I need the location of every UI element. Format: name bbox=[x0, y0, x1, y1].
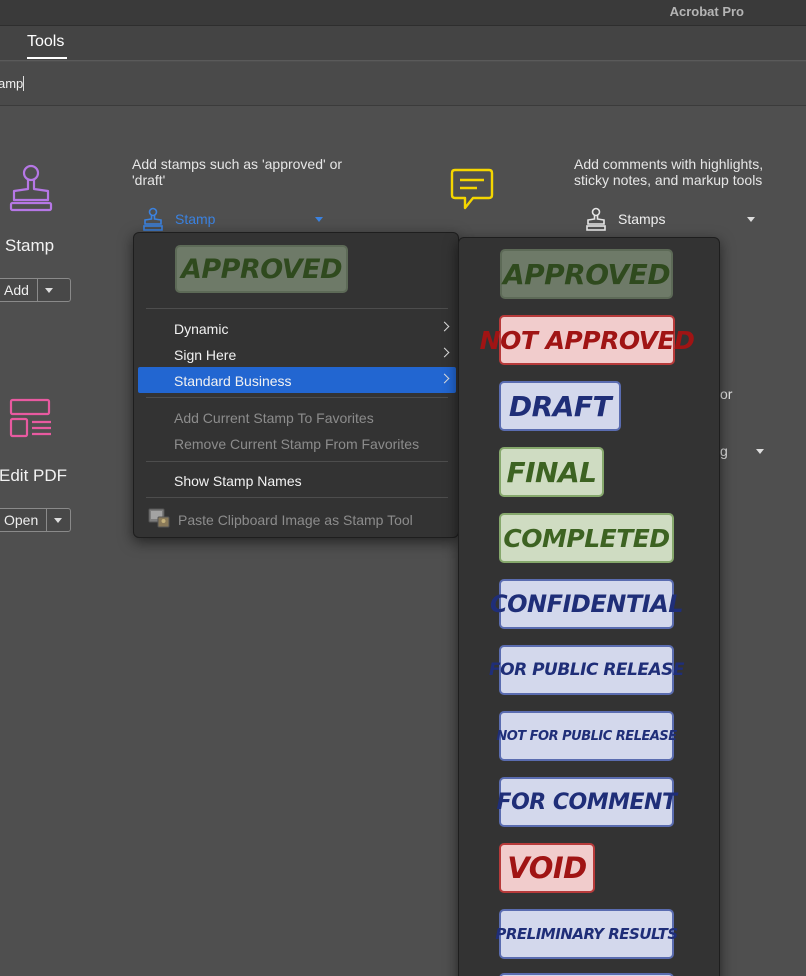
menu-item-label: Show Stamp Names bbox=[174, 473, 302, 489]
stamp-label: FOR COMMENT bbox=[496, 789, 677, 815]
edit-pdf-open-button[interactable]: Open bbox=[0, 508, 71, 532]
stamp-tool-name: Stamp bbox=[5, 236, 55, 255]
stamp-final[interactable]: FINAL bbox=[499, 447, 604, 497]
stamp-icon bbox=[9, 164, 53, 212]
title-bar: Acrobat Pro bbox=[0, 0, 806, 26]
stamp-small-icon bbox=[143, 207, 163, 231]
stamp-label: VOID bbox=[507, 851, 587, 885]
stamp-add-button[interactable]: Add bbox=[0, 278, 71, 302]
stamp-add-label: Add bbox=[0, 279, 38, 301]
tab-active-indicator bbox=[27, 57, 67, 59]
stamp-for-comment[interactable]: FOR COMMENT bbox=[496, 777, 677, 827]
menu-item-remove-favorite[interactable]: Remove Current Stamp From Favorites bbox=[138, 430, 456, 456]
stamp-label: APPROVED bbox=[502, 257, 671, 291]
stamp-preview[interactable]: APPROVED bbox=[175, 245, 348, 293]
menu-separator bbox=[146, 497, 448, 498]
stamp-small-icon bbox=[586, 207, 606, 231]
menu-item-add-favorite[interactable]: Add Current Stamp To Favorites bbox=[138, 404, 456, 430]
chevron-down-icon[interactable] bbox=[38, 279, 60, 301]
menu-separator bbox=[146, 397, 448, 398]
stamp-label: FOR PUBLIC RELEASE bbox=[489, 660, 685, 680]
stamp-label: CONFIDENTIAL bbox=[490, 590, 684, 618]
comment-tool-description: Add comments with highlights, sticky not… bbox=[574, 156, 764, 188]
stamps-dropdown-label: Stamps bbox=[618, 211, 666, 227]
stamp-for-public-release[interactable]: FOR PUBLIC RELEASE bbox=[489, 645, 685, 695]
menu-item-label: Dynamic bbox=[174, 321, 229, 337]
stamp-dropdown-label: Stamp bbox=[175, 211, 216, 227]
edit-pdf-icon bbox=[9, 398, 51, 438]
stamp-label: NOT APPROVED bbox=[479, 325, 695, 355]
text-caret bbox=[23, 76, 25, 91]
stamps-dropdown[interactable]: Stamps bbox=[586, 207, 756, 231]
stamp-label: DRAFT bbox=[508, 389, 612, 423]
edit-pdf-open-label: Open bbox=[0, 509, 48, 531]
partial-text: or bbox=[720, 386, 733, 402]
menu-item-label: Sign Here bbox=[174, 347, 237, 363]
menu-item-paste-clipboard[interactable]: Paste Clipboard Image as Stamp Tool bbox=[138, 506, 456, 532]
chevron-down-icon[interactable] bbox=[47, 509, 69, 531]
tab-tools[interactable]: Tools bbox=[27, 33, 64, 51]
stamp-label: COMPLETED bbox=[503, 523, 670, 553]
menu-separator bbox=[146, 461, 448, 462]
standard-business-submenu: APPROVED NOT APPROVED DRAFT FINAL COMPLE… bbox=[458, 237, 720, 976]
menu-item-standard-business[interactable]: Standard Business bbox=[138, 367, 456, 393]
stamp-draft[interactable]: DRAFT bbox=[499, 381, 621, 431]
stamp-completed[interactable]: COMPLETED bbox=[499, 513, 674, 563]
tab-bar: Tools bbox=[0, 26, 806, 61]
menu-item-label: Remove Current Stamp From Favorites bbox=[174, 436, 420, 452]
chevron-down-icon bbox=[747, 216, 756, 222]
chevron-right-icon bbox=[439, 321, 450, 332]
search-value: amp bbox=[0, 76, 24, 91]
stamp-menu: APPROVED Dynamic Sign Here Standard Busi… bbox=[133, 232, 459, 538]
stamp-not-for-public-release[interactable]: NOT FOR PUBLIC RELEASE bbox=[496, 711, 677, 761]
chevron-right-icon bbox=[439, 347, 450, 358]
stamp-preview-text: APPROVED bbox=[180, 253, 343, 285]
stamp-not-approved[interactable]: NOT APPROVED bbox=[480, 315, 695, 365]
app-title: Acrobat Pro bbox=[669, 4, 744, 19]
stamp-dropdown[interactable]: Stamp bbox=[143, 207, 324, 231]
chevron-right-icon bbox=[439, 373, 450, 384]
edit-pdf-tool-name: Edit PDF bbox=[0, 466, 68, 485]
stamp-tool-description: Add stamps such as 'approved' or 'draft' bbox=[132, 156, 343, 188]
search-input[interactable]: amp bbox=[0, 76, 25, 91]
stamp-label: PRELIMINARY RESULTS bbox=[495, 925, 678, 943]
menu-item-sign-here[interactable]: Sign Here bbox=[138, 341, 456, 367]
stamp-approved[interactable]: APPROVED bbox=[500, 249, 673, 299]
menu-item-dynamic[interactable]: Dynamic bbox=[138, 315, 456, 341]
menu-item-label: Paste Clipboard Image as Stamp Tool bbox=[178, 512, 413, 528]
stamp-label: FINAL bbox=[506, 455, 598, 489]
stamp-confidential[interactable]: CONFIDENTIAL bbox=[490, 579, 684, 629]
menu-separator bbox=[146, 308, 448, 309]
menu-item-label: Standard Business bbox=[174, 373, 292, 389]
menu-item-label: Add Current Stamp To Favorites bbox=[174, 410, 374, 426]
comment-icon bbox=[450, 168, 494, 210]
stamp-preliminary-results[interactable]: PRELIMINARY RESULTS bbox=[495, 909, 678, 959]
chevron-down-icon bbox=[315, 216, 324, 222]
clipboard-image-icon bbox=[148, 508, 170, 528]
stamp-void[interactable]: VOID bbox=[499, 843, 595, 893]
stamp-label: NOT FOR PUBLIC RELEASE bbox=[496, 728, 677, 744]
chevron-down-icon[interactable] bbox=[756, 449, 764, 454]
menu-item-show-stamp-names[interactable]: Show Stamp Names bbox=[138, 467, 456, 493]
search-bar[interactable]: amp bbox=[0, 62, 806, 106]
partial-text: g bbox=[720, 443, 728, 459]
